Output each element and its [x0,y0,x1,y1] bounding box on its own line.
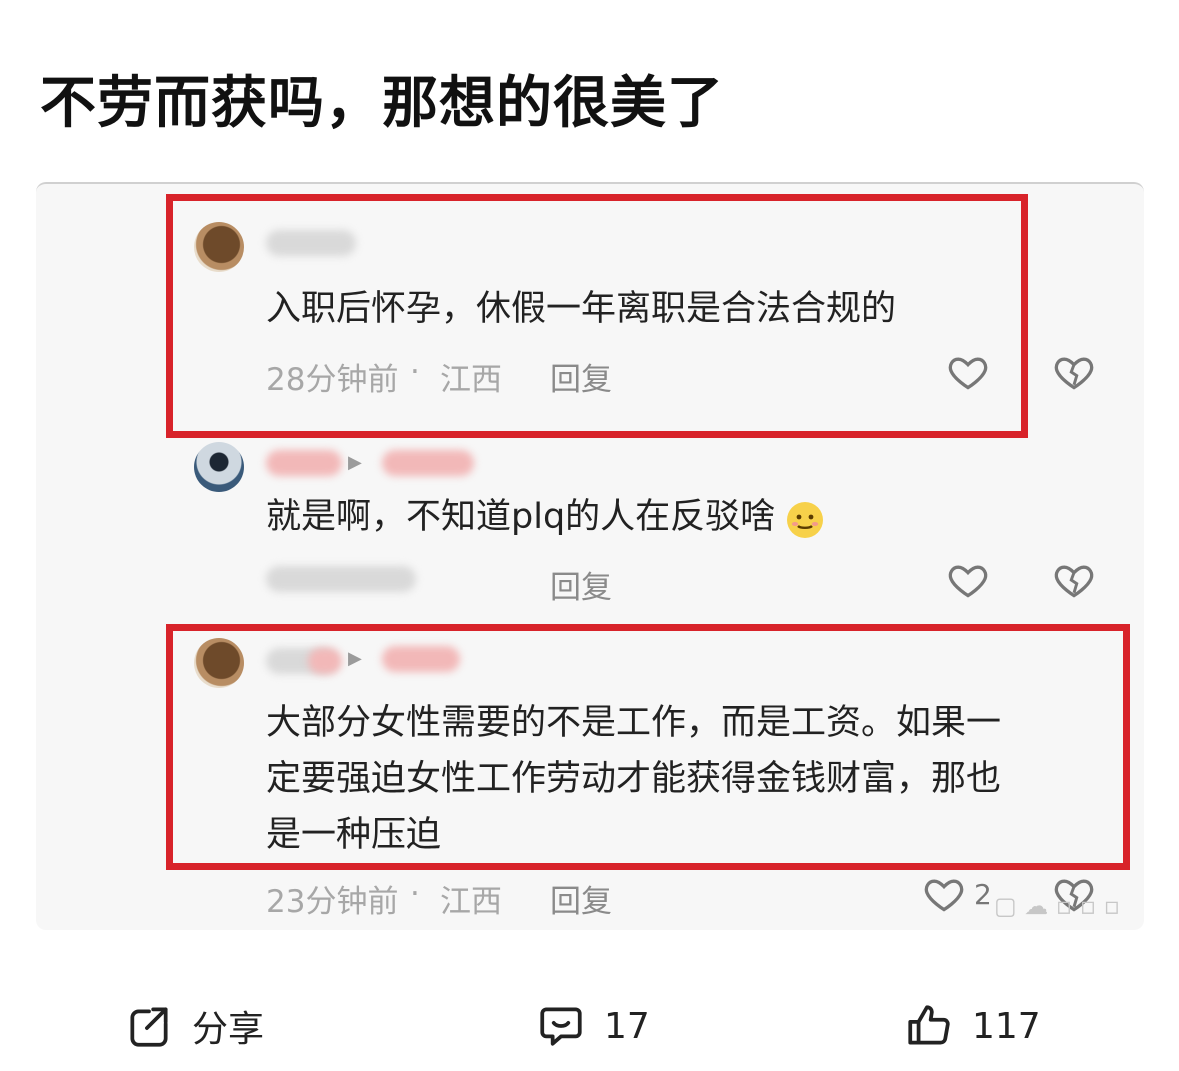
comment-text-content: 就是啊，不知道plq的人在反驳啥 [266,497,776,537]
broken-heart-icon[interactable] [1052,350,1096,394]
watermark: ▢ ☁ ▫ ▫ ▫ [994,892,1120,920]
comment-time: 23分钟前 [266,884,399,920]
avatar[interactable] [194,638,244,688]
like-count: 117 [972,1005,1041,1047]
comment-time: 28分钟前 [266,362,399,398]
bottom-action-bar: 分享 17 117 [0,988,1179,1068]
broken-heart-icon[interactable] [1052,558,1096,602]
share-icon [130,1007,168,1047]
heart-icon[interactable] [946,350,990,394]
share-button[interactable]: 分享 [124,998,264,1054]
comment-2: ▶ 就是啊，不知道plq的人在反驳啥 回复 [36,432,1144,622]
redacted-reply-target [382,450,474,476]
comment-bubble-icon [540,1007,582,1046]
reply-to-arrow-icon: ▶ [348,648,362,669]
comment-text: 就是啊，不知道plq的人在反驳啥 [266,488,829,546]
meta-separator: · [410,876,420,912]
comment-location: 江西 [440,362,502,398]
comment-screenshot-card: 入职后怀孕，休假一年离职是合法合规的 28分钟前 · 江西 回复 ▶ 就是啊，不… [36,182,1144,930]
avatar[interactable] [194,442,244,492]
comment-button[interactable]: 17 [536,998,650,1054]
redacted-time [266,566,416,592]
comment-location: 江西 [440,884,502,920]
heart-icon[interactable] [946,558,990,602]
post-title: 不劳而获吗，那想的很美了 [40,71,724,136]
reply-button[interactable]: 回复 [550,354,612,399]
like-count: 2 [974,878,992,911]
reply-button[interactable]: 回复 [550,562,612,607]
redacted-username [266,450,342,476]
reply-button[interactable]: 回复 [550,876,612,921]
comment-text: 入职后怀孕，休假一年离职是合法合规的 [266,289,897,329]
thumbs-up-icon [908,1005,950,1045]
comment-3: ▶ 大部分女性需要的不是工作，而是工资。如果一 定要强迫女性工作劳动才能获得金钱… [36,624,1144,930]
comment-count: 17 [604,1005,650,1047]
comment-text-line-3: 是一种压迫 [266,815,442,855]
emoji-icon [787,502,824,538]
like-button[interactable]: 117 [904,998,1041,1054]
comment-text-line-1: 大部分女性需要的不是工作，而是工资。如果一 [266,703,1002,743]
redacted-username [266,230,356,256]
heart-icon[interactable] [922,872,966,916]
share-label: 分享 [192,1009,265,1050]
meta-separator: · [410,354,420,390]
redacted-username-highlight [308,648,342,674]
comment-text-line-2: 定要强迫女性工作劳动才能获得金钱财富，那也 [266,759,1002,799]
redacted-reply-target [382,646,460,672]
avatar[interactable] [194,222,244,272]
reply-to-arrow-icon: ▶ [348,452,362,473]
comment-1: 入职后怀孕，休假一年离职是合法合规的 28分钟前 · 江西 回复 [36,184,1144,434]
